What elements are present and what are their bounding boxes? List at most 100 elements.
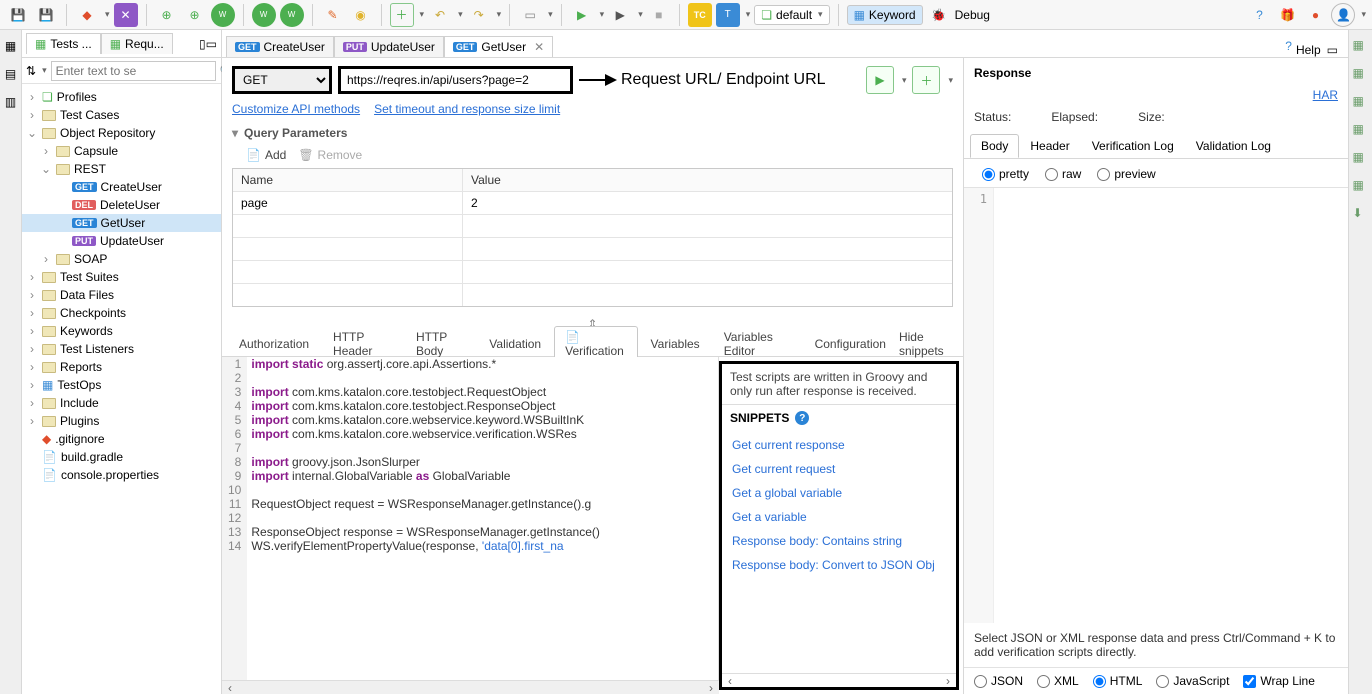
- tree-soap[interactable]: ›SOAP: [22, 250, 221, 268]
- radio-preview[interactable]: preview: [1097, 167, 1155, 181]
- tree-capsule[interactable]: ›Capsule: [22, 142, 221, 160]
- tree-object-repository[interactable]: ⌄Object Repository: [22, 124, 221, 142]
- tree-get-user[interactable]: GETGetUser: [22, 214, 221, 232]
- response-tab-body[interactable]: Body: [970, 134, 1019, 158]
- close-tab-icon[interactable]: ✕: [530, 40, 544, 54]
- editor-tab-createuser[interactable]: GETCreateUser: [226, 36, 334, 57]
- wsdl-icon[interactable]: W: [252, 3, 276, 27]
- response-body-viewer[interactable]: [994, 188, 1348, 623]
- tree-include[interactable]: ›Include: [22, 394, 221, 412]
- minimize-panel-icon[interactable]: ▭: [206, 37, 217, 51]
- profile-default-button[interactable]: ❏default▾: [754, 5, 829, 25]
- set-timeout-link[interactable]: Set timeout and response size limit: [374, 102, 560, 116]
- tree-profiles[interactable]: ›❏Profiles: [22, 88, 221, 106]
- tree-plugins[interactable]: ›Plugins: [22, 412, 221, 430]
- response-tab-verification-log[interactable]: Verification Log: [1081, 134, 1185, 158]
- katalon-icon[interactable]: ✕: [114, 3, 138, 27]
- snippet-item[interactable]: Get current response: [722, 433, 956, 457]
- new-object-icon[interactable]: ⊕: [183, 3, 207, 27]
- tree-data-files[interactable]: ›Data Files: [22, 286, 221, 304]
- radio-xml[interactable]: XML: [1037, 674, 1079, 688]
- help-question-icon[interactable]: ?: [1247, 3, 1271, 27]
- stop-icon[interactable]: ■: [647, 3, 671, 27]
- wsdl2-icon[interactable]: W: [280, 3, 304, 27]
- search-input[interactable]: [51, 61, 216, 81]
- rg-icon-1[interactable]: ▦: [1353, 38, 1369, 54]
- editor-tab-updateuser[interactable]: PUTUpdateUser: [334, 36, 444, 57]
- tree-keywords[interactable]: ›Keywords: [22, 322, 221, 340]
- snippet-scrollbar[interactable]: ‹›: [722, 673, 956, 687]
- redo-icon[interactable]: ↷: [467, 3, 491, 27]
- rg-icon-3[interactable]: ▦: [1353, 94, 1369, 110]
- git-icon[interactable]: ◆: [75, 3, 99, 27]
- tree-testops[interactable]: ›▦TestOps: [22, 376, 221, 394]
- radio-pretty[interactable]: pretty: [982, 167, 1029, 181]
- tree-reports[interactable]: ›Reports: [22, 358, 221, 376]
- tree-icon[interactable]: ▦: [3, 38, 19, 54]
- subtab-authorization[interactable]: Authorization: [228, 333, 320, 355]
- t-icon[interactable]: T: [716, 3, 740, 27]
- side-tab-requests[interactable]: ▦Requ...: [101, 33, 173, 54]
- list-icon[interactable]: ▤: [3, 66, 19, 82]
- min-editor-icon[interactable]: ▭: [1321, 43, 1344, 57]
- device-icon[interactable]: ▭: [518, 3, 542, 27]
- help-icon[interactable]: ?: [1281, 35, 1296, 57]
- run-icon[interactable]: ▶: [570, 3, 594, 27]
- response-tab-header[interactable]: Header: [1019, 134, 1080, 158]
- response-tab-validation-log[interactable]: Validation Log: [1185, 134, 1282, 158]
- subtab-configuration[interactable]: Configuration: [804, 333, 897, 355]
- rg-icon-2[interactable]: ▦: [1353, 66, 1369, 82]
- rg-icon-5[interactable]: ▦: [1353, 150, 1369, 166]
- debug-icon[interactable]: 🐞: [927, 3, 951, 27]
- radio-raw[interactable]: raw: [1045, 167, 1081, 181]
- qp-row[interactable]: [233, 215, 952, 238]
- check-wrapline[interactable]: Wrap Line: [1243, 674, 1314, 688]
- rg-icon-4[interactable]: ▦: [1353, 122, 1369, 138]
- help-label[interactable]: Help: [1296, 43, 1321, 57]
- gift-icon[interactable]: 🎁: [1275, 3, 1299, 27]
- tree-build-gradle[interactable]: 📄build.gradle: [22, 448, 221, 466]
- collapse-qp-icon[interactable]: ▾: [232, 126, 238, 140]
- add-dropdown-icon[interactable]: ▾: [948, 75, 953, 86]
- tree-gitignore[interactable]: ◆.gitignore: [22, 430, 221, 448]
- subtab-validation[interactable]: Validation: [478, 333, 552, 355]
- add-to-testcase-button[interactable]: ＋: [912, 66, 940, 94]
- qp-row[interactable]: page2: [233, 192, 952, 215]
- side-tab-tests[interactable]: ▦Tests ...: [26, 33, 101, 54]
- tree-delete-user[interactable]: DELDeleteUser: [22, 196, 221, 214]
- record-icon[interactable]: ✎: [321, 3, 345, 27]
- add-icon[interactable]: ＋: [390, 3, 414, 27]
- http-method-select[interactable]: GET: [232, 66, 332, 94]
- editor-tab-getuser[interactable]: GETGetUser✕: [444, 36, 553, 57]
- remove-param-button[interactable]: 🗑Remove: [298, 148, 362, 162]
- tree-update-user[interactable]: PUTUpdateUser: [22, 232, 221, 250]
- qp-row[interactable]: [233, 284, 952, 306]
- snippet-item[interactable]: Response body: Contains string: [722, 529, 956, 553]
- wadl-icon[interactable]: W: [211, 3, 235, 27]
- tree-rest[interactable]: ⌄REST: [22, 160, 221, 178]
- horizontal-scrollbar[interactable]: ‹›: [222, 680, 719, 694]
- undo-icon[interactable]: ↶: [428, 3, 452, 27]
- qp-row[interactable]: [233, 261, 952, 284]
- filter-icon[interactable]: ⇅: [26, 64, 36, 78]
- send-request-button[interactable]: ▶: [866, 66, 894, 94]
- rg-icon-6[interactable]: ▦: [1353, 178, 1369, 194]
- tree-create-user[interactable]: GETCreateUser: [22, 178, 221, 196]
- save-icon[interactable]: 💾: [6, 3, 30, 27]
- snippets-help-icon[interactable]: ?: [795, 411, 809, 425]
- qp-row[interactable]: [233, 238, 952, 261]
- har-link[interactable]: HAR: [1313, 88, 1338, 102]
- snippet-item[interactable]: Response body: Convert to JSON Obj: [722, 553, 956, 577]
- user-avatar-icon[interactable]: 👤: [1331, 3, 1355, 27]
- list2-icon[interactable]: ▥: [3, 94, 19, 110]
- send-dropdown-icon[interactable]: ▾: [902, 75, 907, 86]
- snippet-item[interactable]: Get a variable: [722, 505, 956, 529]
- subtab-variables[interactable]: Variables: [640, 333, 711, 355]
- tree-checkpoints[interactable]: ›Checkpoints: [22, 304, 221, 322]
- debug-perspective-label[interactable]: Debug: [955, 8, 990, 22]
- request-url-input[interactable]: [338, 66, 573, 94]
- notification-icon[interactable]: ●: [1303, 3, 1327, 27]
- collapse-icon[interactable]: ▯: [199, 37, 206, 51]
- save-all-icon[interactable]: 💾: [34, 3, 58, 27]
- add-param-button[interactable]: 📄Add: [246, 148, 286, 162]
